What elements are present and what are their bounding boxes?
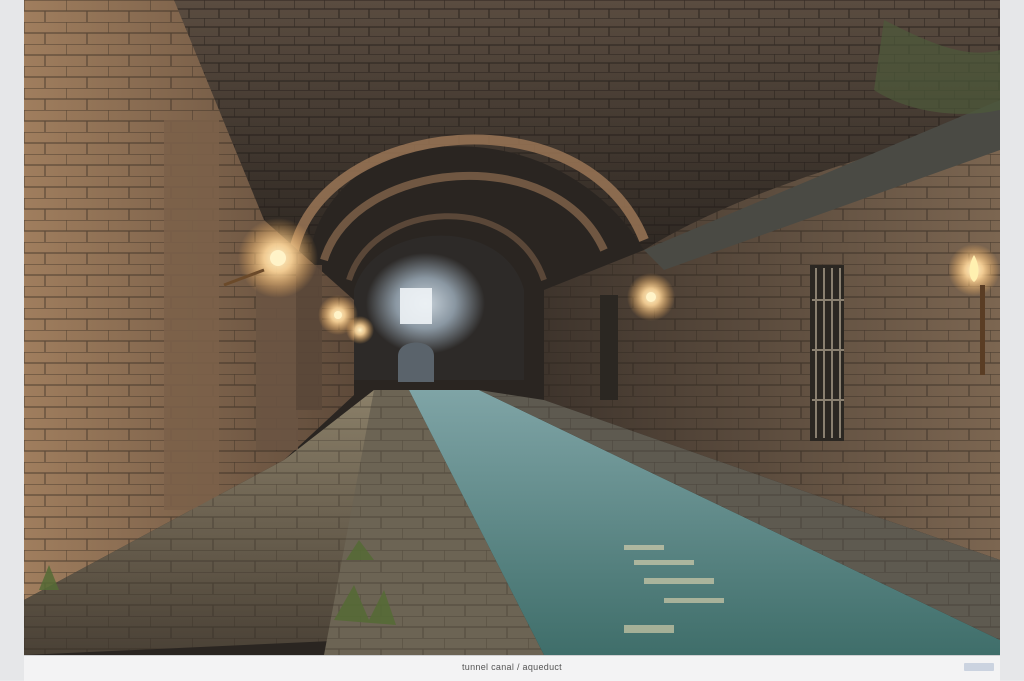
far-window — [400, 288, 432, 324]
left-pillar-2 — [256, 285, 298, 450]
wall-lamp-4 — [646, 292, 656, 302]
far-corridor — [354, 235, 524, 380]
wall-lamp-1 — [270, 250, 286, 266]
far-doorway — [398, 342, 434, 382]
image-frame: tunnel canal / aqueduct — [0, 0, 1024, 681]
wall-lamp-2 — [334, 311, 342, 319]
wall-lamp-glow-3 — [346, 316, 374, 344]
tunnel-photo — [24, 0, 1000, 655]
corner-badge — [964, 663, 994, 671]
barred-window-far — [600, 295, 618, 400]
torch-handle — [980, 285, 985, 375]
image-caption: tunnel canal / aqueduct — [462, 662, 562, 672]
caption-bar: tunnel canal / aqueduct — [24, 655, 1000, 681]
left-pillar-1 — [164, 120, 219, 510]
